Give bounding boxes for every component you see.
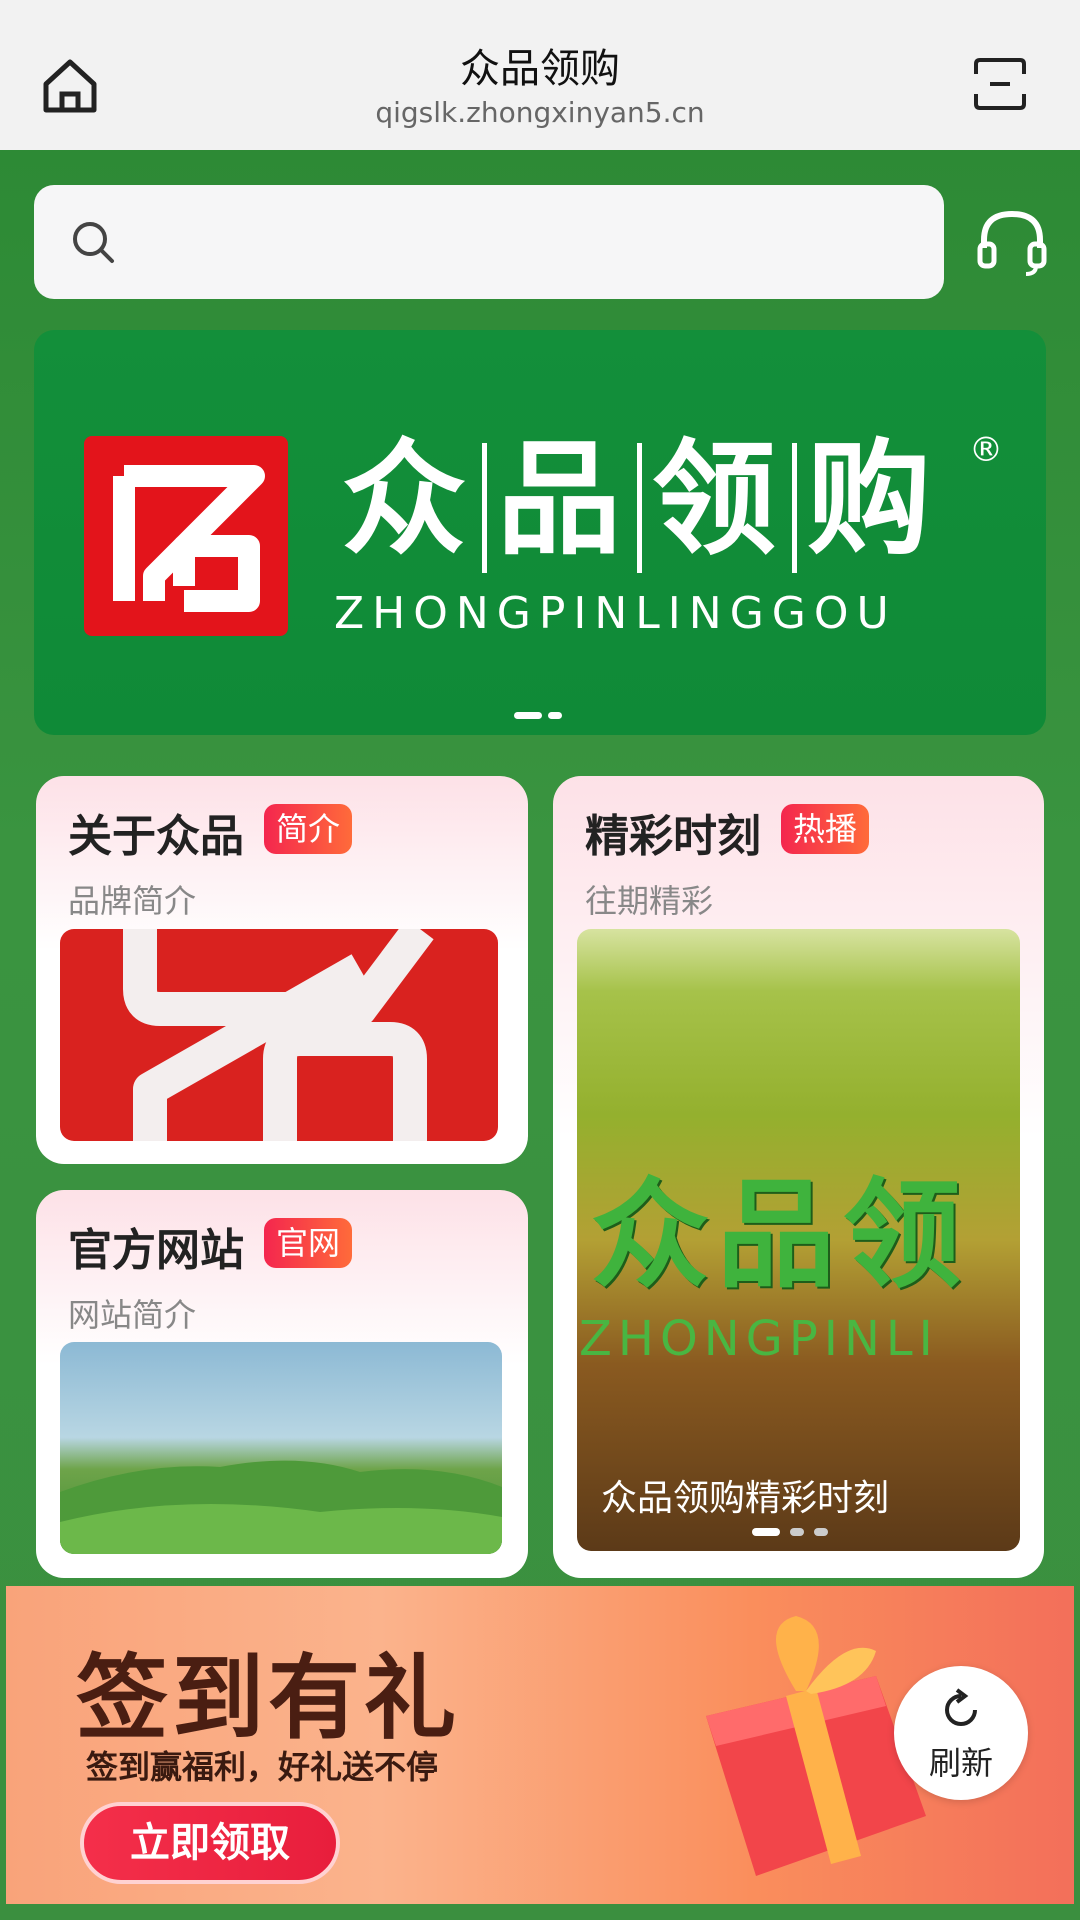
page-title: 众品领购 <box>460 46 620 92</box>
claim-now-button[interactable]: 立即领取 <box>80 1802 340 1884</box>
card-about[interactable]: 关于众品 简介 品牌简介 <box>36 776 528 1164</box>
menu-icon[interactable] <box>970 54 1030 114</box>
customer-service-icon[interactable] <box>976 208 1048 276</box>
carousel-indicator <box>514 704 568 723</box>
refresh-label: 刷新 <box>928 1744 993 1782</box>
carousel-indicator <box>752 1521 838 1540</box>
video-caption: 众品领购精彩时刻 <box>601 1478 890 1519</box>
refresh-button[interactable]: 刷新 <box>894 1666 1028 1800</box>
card-subtitle: 网站简介 <box>68 1296 197 1334</box>
card-moments[interactable]: 精彩时刻 热播 往期精彩 众品领 ZHONGPINLI 众品领购精彩时刻 <box>553 776 1044 1578</box>
browser-top-bar: 众品领购 qigslk.zhongxinyan5.cn <box>0 0 1080 150</box>
brand-logo-image <box>60 929 498 1141</box>
brand-name-en: ZHONGPINLINGGOU <box>334 588 897 639</box>
card-title: 官方网站 <box>68 1225 244 1276</box>
card-subtitle: 品牌简介 <box>68 882 197 920</box>
card-tag: 官网 <box>264 1218 353 1268</box>
card-tag: 热播 <box>781 804 870 854</box>
brand-logo <box>84 436 288 636</box>
card-website[interactable]: 官方网站 官网 网站简介 <box>36 1190 528 1578</box>
registered-mark: ® <box>969 430 1003 470</box>
page-url: qigslk.zhongxinyan5.cn <box>375 96 705 129</box>
image-text-en: ZHONGPINLI <box>579 1311 939 1367</box>
card-subtitle: 往期精彩 <box>585 882 714 920</box>
promo-title: 签到有礼 <box>76 1645 461 1752</box>
card-title: 精彩时刻 <box>585 811 761 862</box>
brand-banner[interactable]: 众品领购 ® ZHONGPINLINGGOU <box>34 330 1046 735</box>
promo-subtitle: 签到赢福利，好礼送不停 <box>86 1748 439 1786</box>
card-title: 关于众品 <box>68 811 244 862</box>
landscape-image <box>60 1342 502 1554</box>
image-text-cn: 众品领 <box>591 1166 970 1304</box>
search-icon <box>73 222 114 263</box>
brand-name-cn: 众品领购 <box>342 428 938 573</box>
search-input[interactable] <box>34 185 944 299</box>
moments-video-image[interactable]: 众品领 ZHONGPINLI 众品领购精彩时刻 <box>577 929 1020 1551</box>
refresh-icon <box>945 1688 977 1726</box>
card-tag: 简介 <box>264 804 353 854</box>
